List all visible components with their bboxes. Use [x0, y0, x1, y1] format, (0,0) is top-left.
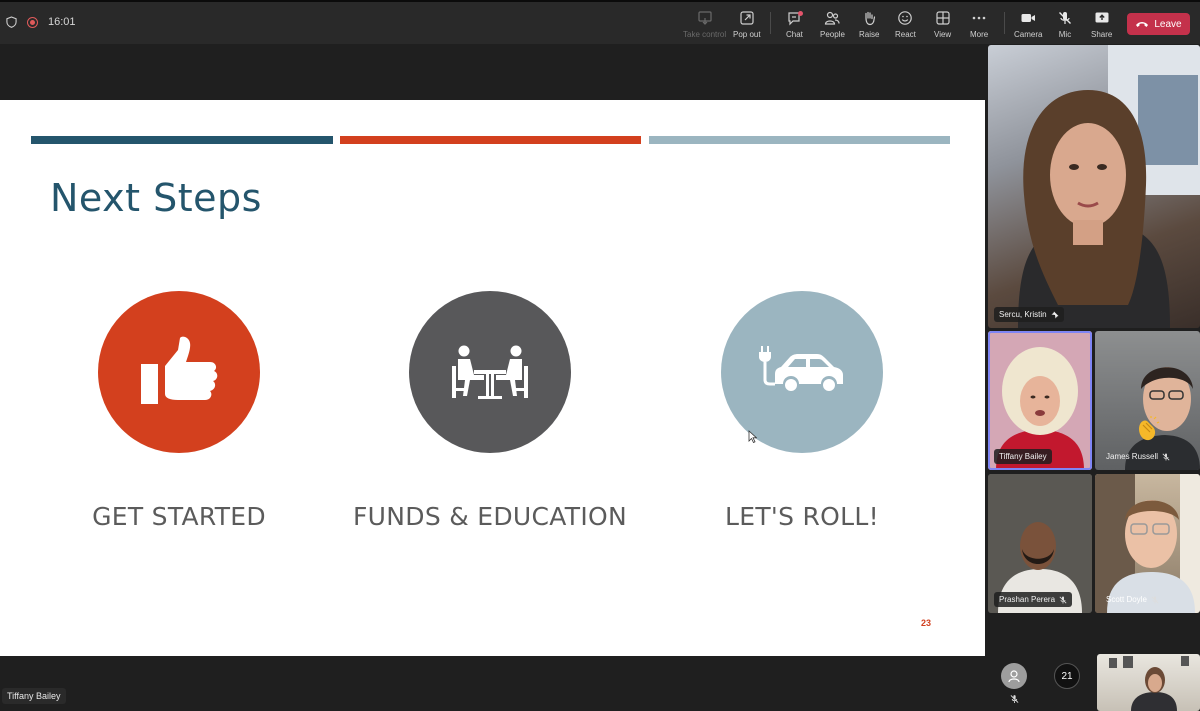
video-tile-scott[interactable]: Scott Doyle [1095, 474, 1200, 613]
mic-muted-icon [1151, 596, 1159, 603]
stage-bottom-area [0, 656, 985, 711]
slide-bar-gray [649, 136, 950, 144]
react-button[interactable]: React [895, 10, 916, 39]
mic-muted-icon [1059, 596, 1067, 603]
raise-hand-button[interactable]: Raise [859, 10, 879, 39]
self-view-tile[interactable] [1097, 654, 1200, 711]
pop-out-icon [740, 11, 754, 25]
people-button[interactable]: People [820, 10, 845, 39]
step-circle-funds-education [409, 291, 571, 453]
meeting-table-icon [452, 345, 528, 399]
presenter-name-tag: Tiffany Bailey [2, 688, 66, 704]
step-label-get-started: GET STARTED [92, 502, 266, 531]
hang-up-icon [1136, 22, 1149, 27]
participant-name-tag: Prashan Perera [994, 592, 1073, 607]
participant-name-tag: James Russell [1101, 449, 1175, 464]
camera-icon [1021, 14, 1036, 22]
thumbs-up-icon [141, 336, 218, 404]
view-button[interactable]: View [934, 10, 951, 39]
mic-muted-icon [1059, 12, 1071, 24]
more-participants-count[interactable]: 21 [1054, 663, 1080, 689]
participant-name-tag: Tiffany Bailey [994, 449, 1052, 464]
video-tile-tiffany[interactable]: Tiffany Bailey [988, 331, 1092, 470]
smiley-icon [898, 11, 913, 25]
chat-notification-dot [798, 11, 803, 16]
take-control-icon [697, 11, 712, 25]
mic-button[interactable]: Mic [1057, 10, 1073, 39]
slide-page-number: 23 [921, 618, 932, 628]
people-icon [825, 11, 841, 25]
raise-hand-icon [865, 11, 876, 26]
step-label-lets-roll: LET'S ROLL! [725, 502, 879, 531]
share-button[interactable]: Share [1091, 10, 1112, 39]
mic-muted-icon [1162, 453, 1170, 460]
clapping-hands-icon [1139, 416, 1160, 441]
participant-avatar[interactable] [1001, 663, 1027, 689]
participant-video [1018, 45, 1200, 328]
person-icon [1008, 670, 1020, 683]
slide-title: Next Steps [50, 176, 262, 220]
meeting-toolbar: 16:01 Take control Pop out Chat People R… [0, 0, 1200, 44]
grid-view-icon [935, 11, 950, 25]
toolbar-divider [1004, 12, 1005, 34]
step-label-funds-education: FUNDS & EDUCATION [353, 502, 627, 531]
pin-icon [1051, 311, 1059, 318]
take-control-button[interactable]: Take control [683, 10, 726, 39]
shared-slide: Next Steps GET STARTED FUNDS & EDUCATION… [0, 100, 985, 656]
participant-video [1109, 656, 1189, 711]
step-circle-lets-roll [721, 291, 883, 453]
mic-muted-icon [1010, 695, 1019, 703]
teams-meeting-window: 16:01 Take control Pop out Chat People R… [0, 0, 1200, 711]
participant-name-tag: Scott Doyle [1101, 592, 1164, 607]
video-tile-kristin[interactable]: Sercu, Kristin [988, 45, 1200, 328]
mouse-cursor-icon [748, 430, 757, 443]
shield-icon [6, 16, 17, 28]
electric-car-icon [759, 346, 843, 391]
video-tile-prashan[interactable]: Prashan Perera [988, 474, 1092, 613]
slide-bar-red [340, 136, 641, 144]
toolbar-divider [770, 12, 771, 34]
recording-icon [27, 16, 38, 28]
video-tile-james[interactable]: James Russell [1095, 331, 1200, 470]
meeting-status: 16:01 [6, 16, 76, 28]
slide-bar-blue [31, 136, 333, 144]
pop-out-button[interactable]: Pop out [733, 10, 761, 39]
ellipsis-icon [972, 16, 986, 20]
camera-button[interactable]: Camera [1014, 10, 1042, 39]
participant-name-tag: Sercu, Kristin [994, 307, 1064, 322]
share-screen-icon [1095, 12, 1109, 23]
step-circle-get-started [98, 291, 260, 453]
leave-button[interactable]: Leave [1127, 13, 1190, 35]
more-button[interactable]: More [970, 10, 988, 39]
meeting-timer: 16:01 [48, 16, 76, 28]
